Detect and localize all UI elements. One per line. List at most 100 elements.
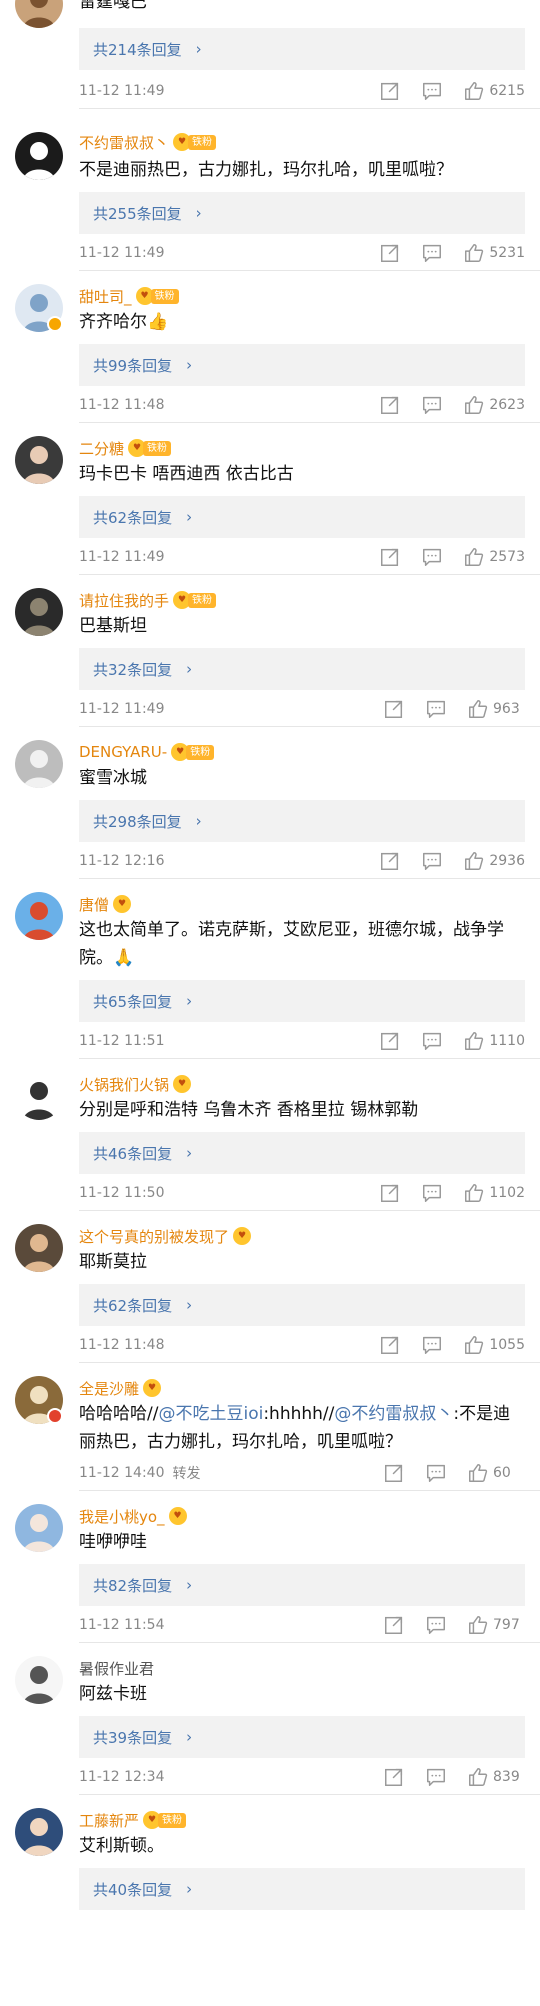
comment-icon[interactable]	[421, 1030, 443, 1052]
replies-link[interactable]: 共298条回复 ›	[79, 800, 525, 842]
replies-link[interactable]: 共255条回复 ›	[79, 192, 525, 234]
replies-link[interactable]: 共82条回复 ›	[79, 1564, 525, 1606]
like-button[interactable]: 797	[467, 1614, 525, 1636]
avatar-boy-icon[interactable]	[15, 1808, 63, 1856]
avatar-dark-icon[interactable]	[15, 588, 63, 636]
username[interactable]: 全是沙雕	[79, 1378, 139, 1399]
mention-link[interactable]: @不约雷叔叔丶	[334, 1404, 453, 1424]
mention-link[interactable]: @不吃土豆ioi	[158, 1404, 263, 1424]
replies-link[interactable]: 共39条回复 ›	[79, 1716, 525, 1758]
share-icon[interactable]	[383, 1462, 405, 1484]
comment-item: 这个号真的别被发现了 ♥ 耶斯莫拉 共62条回复 › 11-12 11:48 1055	[0, 1212, 540, 1363]
share-icon[interactable]	[379, 850, 401, 872]
replies-link[interactable]: 共46条回复 ›	[79, 1132, 525, 1174]
fan-badge: ♥ 铁粉	[143, 1811, 187, 1829]
share-icon[interactable]	[383, 1766, 405, 1788]
share-icon[interactable]	[383, 698, 405, 720]
fan-badge: ♥ 铁粉	[173, 133, 217, 151]
share-icon[interactable]	[383, 1614, 405, 1636]
like-button[interactable]: 963	[467, 698, 525, 720]
fan-heart-icon: ♥	[113, 895, 132, 913]
fan-heart-icon: ♥	[143, 1379, 162, 1397]
username[interactable]: 唐僧	[79, 894, 109, 915]
share-icon[interactable]	[379, 546, 401, 568]
share-icon[interactable]	[379, 1182, 401, 1204]
comment-icon[interactable]	[425, 1766, 447, 1788]
username[interactable]: 请拉住我的手	[79, 590, 169, 611]
comment-icon[interactable]	[421, 394, 443, 416]
like-button[interactable]: 2573	[463, 546, 525, 568]
username[interactable]: 工藤新严	[79, 1810, 139, 1831]
comment-icon[interactable]	[421, 546, 443, 568]
like-button[interactable]: 6215	[463, 80, 525, 102]
comment-icon[interactable]	[421, 80, 443, 102]
verified-badge-icon	[47, 316, 63, 332]
like-button[interactable]: 1110	[463, 1030, 525, 1052]
username[interactable]: 火锅我们火锅	[79, 1074, 169, 1095]
comment-icon[interactable]	[425, 1462, 447, 1484]
avatar-statue-icon[interactable]	[15, 740, 63, 788]
comment-icon[interactable]	[421, 1334, 443, 1356]
comment-meta: 11-12 11:48 1055	[79, 1332, 525, 1358]
retweet-label[interactable]: 转发	[172, 1463, 200, 1483]
like-button[interactable]: 2936	[463, 850, 525, 872]
replies-link[interactable]: 共99条回复 ›	[79, 344, 525, 386]
avatar-cartoon-icon[interactable]	[15, 1072, 63, 1120]
username[interactable]: DENGYARU-	[79, 743, 167, 761]
username[interactable]: 不约雷叔叔丶	[79, 132, 169, 153]
comment-icon[interactable]	[421, 850, 443, 872]
share-icon[interactable]	[379, 80, 401, 102]
like-count: 2936	[489, 853, 525, 869]
timestamp: 11-12 11:50	[79, 1185, 165, 1201]
comment-icon[interactable]	[421, 1182, 443, 1204]
comment-item: 请拉住我的手 ♥ 铁粉 巴基斯坦 共32条回复 › 11-12 11:49 963	[0, 576, 540, 727]
like-button[interactable]: 60	[467, 1462, 525, 1484]
avatar-photo-icon[interactable]	[15, 0, 63, 28]
replies-count: 共65条回复	[93, 992, 173, 1011]
chevron-right-icon: ›	[186, 660, 193, 678]
like-button[interactable]: 839	[467, 1766, 525, 1788]
thumbs-up-icon	[463, 850, 485, 872]
username[interactable]: 二分糖	[79, 438, 124, 459]
thumbs-up-icon	[463, 242, 485, 264]
username[interactable]: 暑假作业君	[79, 1658, 154, 1679]
thumbs-up-icon	[463, 394, 485, 416]
like-button[interactable]: 1102	[463, 1182, 525, 1204]
replies-link[interactable]: 共214条回复 ›	[79, 28, 525, 70]
comment-icon[interactable]	[425, 698, 447, 720]
like-count: 839	[493, 1769, 520, 1785]
timestamp: 11-12 11:49	[79, 83, 165, 99]
replies-link[interactable]: 共62条回复 ›	[79, 496, 525, 538]
comment-meta: 11-12 11:51 1110	[79, 1028, 525, 1054]
like-button[interactable]: 1055	[463, 1334, 525, 1356]
avatar-girl2-icon[interactable]	[15, 1504, 63, 1552]
share-icon[interactable]	[379, 394, 401, 416]
username[interactable]: 这个号真的别被发现了	[79, 1226, 229, 1247]
share-icon[interactable]	[379, 242, 401, 264]
replies-link[interactable]: 共40条回复 ›	[79, 1868, 525, 1910]
comment-icon[interactable]	[421, 242, 443, 264]
username[interactable]: 甜吐司_	[79, 286, 132, 307]
comment-icon[interactable]	[425, 1614, 447, 1636]
comment-text: 齐齐哈尔👍	[79, 312, 169, 332]
comment-item: 不约雷叔叔丶 ♥ 铁粉 不是迪丽热巴，古力娜扎，玛尔扎哈，叽里呱啦？ 共255条回复 › 1…	[0, 120, 540, 271]
replies-link[interactable]: 共32条回复 ›	[79, 648, 525, 690]
avatar-sketch-icon[interactable]	[15, 1656, 63, 1704]
username-line: 甜吐司_ ♥ 铁粉	[79, 284, 179, 308]
share-icon[interactable]	[379, 1334, 401, 1356]
username[interactable]: 我是小桃yo_	[79, 1506, 165, 1527]
avatar-monk-icon[interactable]	[15, 892, 63, 940]
like-button[interactable]: 5231	[463, 242, 525, 264]
avatar-hat-icon[interactable]	[15, 132, 63, 180]
share-icon[interactable]	[379, 1030, 401, 1052]
comment-text: 这也太简单了。诺克萨斯，艾欧尼亚，班德尔城，战争学院。🙏	[79, 920, 504, 968]
avatar-girl-icon[interactable]	[15, 436, 63, 484]
avatar-cap-icon[interactable]	[15, 1224, 63, 1272]
like-button[interactable]: 2623	[463, 394, 525, 416]
divider	[79, 1794, 540, 1795]
replies-link[interactable]: 共62条回复 ›	[79, 1284, 525, 1326]
comment-text: 蜜雪冰城	[79, 768, 147, 788]
replies-link[interactable]: 共65条回复 ›	[79, 980, 525, 1022]
comment-actions: 5231	[359, 240, 525, 266]
comment-item: 工藤新严 ♥ 铁粉 艾利斯顿。 共40条回复 ›	[0, 1796, 540, 2006]
